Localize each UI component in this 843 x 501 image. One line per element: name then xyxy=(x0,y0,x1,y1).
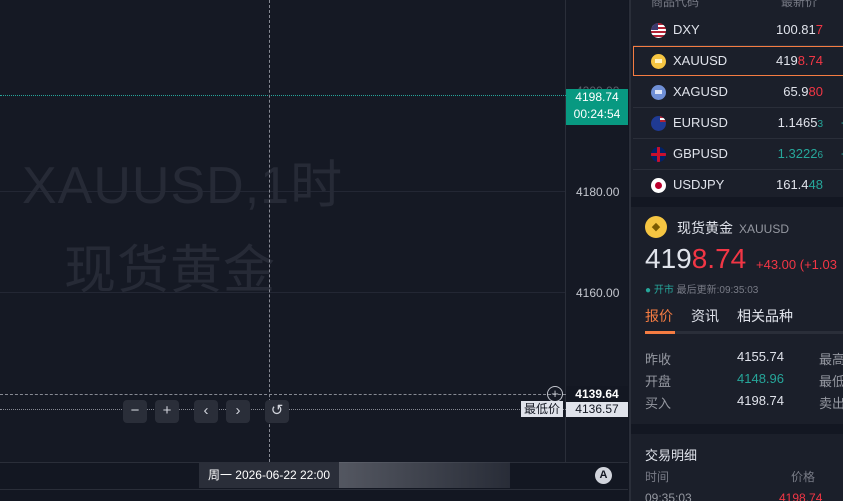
us-flag-icon xyxy=(651,23,666,38)
watchlist-header: 商品代码 最新价 xyxy=(631,0,843,12)
stat-label: 开盘 xyxy=(645,374,672,389)
watchlist-last: 100.817 xyxy=(776,22,823,37)
watermark-name: 现货黄金 xyxy=(64,242,277,300)
status-dot-icon: ● xyxy=(645,285,652,296)
stat-label: 最高 xyxy=(819,352,843,367)
tab-quote[interactable]: 报价 xyxy=(645,306,673,326)
panel-divider xyxy=(631,197,843,207)
trade-header-price: 价格 xyxy=(791,470,816,484)
current-price-line xyxy=(0,95,566,96)
time-axis-fade xyxy=(335,462,510,488)
market-status: ● 开市 最后更新:09:35:03 xyxy=(645,281,758,296)
trade-price: 4198.74 xyxy=(779,491,823,501)
price-tick: 4160.00 xyxy=(576,286,620,300)
stat-label: 昨收 xyxy=(645,352,672,367)
stat-label: 卖出 xyxy=(819,396,843,411)
watchlist-last: 1.14653 xyxy=(777,115,823,130)
stat-value: 4198.74 xyxy=(737,393,784,408)
add-alert-icon[interactable]: + xyxy=(547,386,563,402)
quote-tabs: 报价 资讯 相关品种 xyxy=(645,306,843,334)
crosshair-horizontal xyxy=(0,394,566,395)
right-panel: 商品代码 最新价 DXY 100.817 XAUUSD 4198.74 XAGU… xyxy=(629,0,843,501)
last-updated: 最后更新:09:35:03 xyxy=(676,285,759,296)
zoom-in-button[interactable]: + xyxy=(155,400,179,423)
watchlist-row[interactable]: XAGUSD 65.980 xyxy=(633,77,843,108)
crosshair-time-label: 周一 2026-06-22 22:00 xyxy=(199,462,339,488)
low-price-tag: 最低价 xyxy=(521,401,564,417)
watchlist-symbol: DXY xyxy=(673,22,700,37)
uk-flag-icon xyxy=(651,147,666,162)
header-symbol: 商品代码 xyxy=(651,0,700,9)
stat-value: 4148.96 xyxy=(737,371,784,386)
panel-divider xyxy=(631,424,843,434)
quote-price: 4198.74 xyxy=(645,243,747,274)
header-last: 最新价 xyxy=(781,0,818,9)
trade-header-time: 时间 xyxy=(645,470,670,484)
auto-scale-button[interactable]: A xyxy=(595,467,612,484)
watchlist-row-selected[interactable]: XAUUSD 4198.74 xyxy=(633,46,843,76)
quote-symbol: XAUUSD xyxy=(739,222,790,236)
gold-icon: ◆ xyxy=(645,216,667,238)
watchlist-last: 1.32226 xyxy=(777,146,823,161)
current-price-label: 4198.74 00:24:54 xyxy=(566,89,628,125)
scroll-left-button[interactable]: ‹ xyxy=(194,400,218,423)
zoom-out-button[interactable]: − xyxy=(123,400,147,423)
watchlist-row[interactable]: USDJPY 161.448 xyxy=(633,170,843,200)
price-tick: 4180.00 xyxy=(576,185,620,199)
watchlist-row[interactable]: DXY 100.817 xyxy=(633,15,843,46)
quote-change: +43.00 (+1.03 xyxy=(756,257,837,272)
stat-value: 4155.74 xyxy=(737,349,784,364)
chart-area[interactable]: XAUUSD,1时 现货黄金 4200.00 4180.00 4160.00 4… xyxy=(0,0,628,501)
watchlist-row[interactable]: EURUSD 1.14653 - xyxy=(633,108,843,139)
stat-label: 买入 xyxy=(645,396,672,411)
bar-countdown: 00:24:54 xyxy=(573,107,621,121)
scroll-right-button[interactable]: › xyxy=(226,400,250,423)
low-price-value: 4136.57 xyxy=(566,402,628,417)
crosshair-vertical xyxy=(269,0,270,462)
watchlist-symbol: XAUUSD xyxy=(673,53,728,68)
stat-label: 最低 xyxy=(819,374,843,389)
crosshair-price-label: 4139.64 xyxy=(566,386,628,402)
watchlist-symbol: XAGUSD xyxy=(673,84,728,99)
watchlist-last: 161.448 xyxy=(775,177,823,192)
watermark-symbol: XAUUSD,1时 xyxy=(22,157,344,215)
tab-indicator xyxy=(645,331,675,334)
reset-chart-button[interactable]: ↺ xyxy=(265,400,289,423)
eu-flag-icon xyxy=(651,116,666,131)
silver-icon xyxy=(651,85,666,100)
trade-time: 09:35:03 xyxy=(645,491,692,501)
watchlist-symbol: USDJPY xyxy=(673,177,725,192)
tab-news[interactable]: 资讯 xyxy=(691,306,719,326)
watchlist-symbol: GBPUSD xyxy=(673,146,728,161)
watchlist-last: 65.980 xyxy=(783,84,823,99)
watchlist-row[interactable]: GBPUSD 1.32226 - xyxy=(633,139,843,170)
current-price-value: 4198.74 xyxy=(575,90,619,104)
quote-title: 现货黄金 XAUUSD xyxy=(677,218,789,238)
quote-name: 现货黄金 xyxy=(677,220,733,236)
jp-flag-icon xyxy=(651,178,666,193)
status-text: 开市 xyxy=(653,285,674,296)
tab-related[interactable]: 相关品种 xyxy=(737,306,793,326)
trades-title: 交易明细 xyxy=(645,448,698,463)
watchlist-symbol: EURUSD xyxy=(673,115,728,130)
watchlist-last: 4198.74 xyxy=(775,53,823,68)
gold-icon xyxy=(651,54,666,69)
bottom-toolbar xyxy=(0,489,628,501)
